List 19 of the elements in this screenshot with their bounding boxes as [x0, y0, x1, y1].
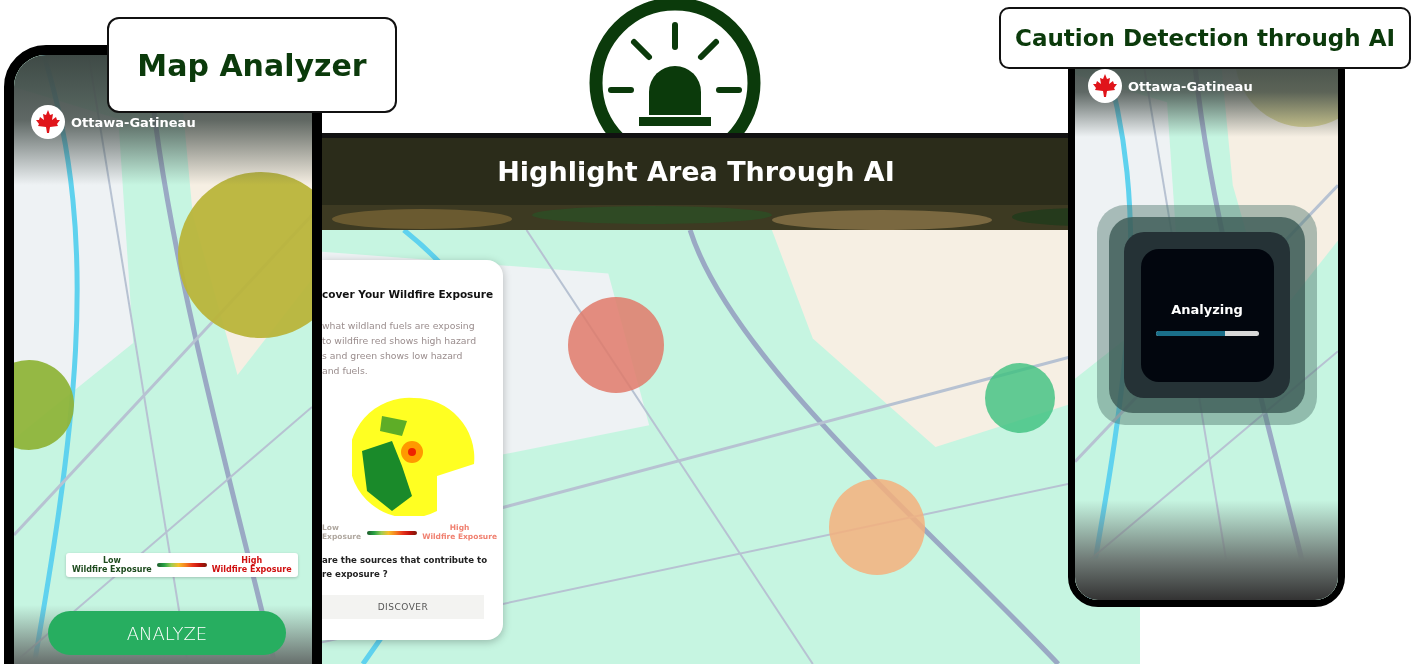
exposure-scale-bar: [156, 563, 207, 568]
card-heading: Map Analyzer: [137, 47, 367, 83]
maple-leaf-icon: [31, 105, 65, 139]
card-description: what wildland fuels are exposing: [322, 319, 476, 333]
legend-caption: Wildfire Exposure: [211, 565, 292, 575]
legend-label: Low: [102, 556, 121, 565]
banner-title: Highlight Area Through AI: [497, 156, 895, 187]
card-question: are the sources that contribute to: [322, 554, 489, 568]
card-heading: Caution Detection through AI: [1015, 25, 1395, 51]
discover-button[interactable]: DISCOVER: [322, 595, 484, 620]
location-name: Ottawa-Gatineau: [71, 114, 196, 130]
card-description: to wildfire red shows high hazard: [322, 334, 478, 348]
legend-label: High: [241, 556, 263, 566]
card-description: s and green shows low hazard: [322, 349, 464, 363]
exposure-scale-bar: [366, 531, 417, 536]
card-title: cover Your Wildfire Exposure: [322, 288, 495, 300]
card-description: and fuels.: [322, 364, 369, 378]
legend-caption: Wildfire Exposure: [72, 565, 152, 575]
card-question: re exposure ?: [322, 568, 389, 582]
